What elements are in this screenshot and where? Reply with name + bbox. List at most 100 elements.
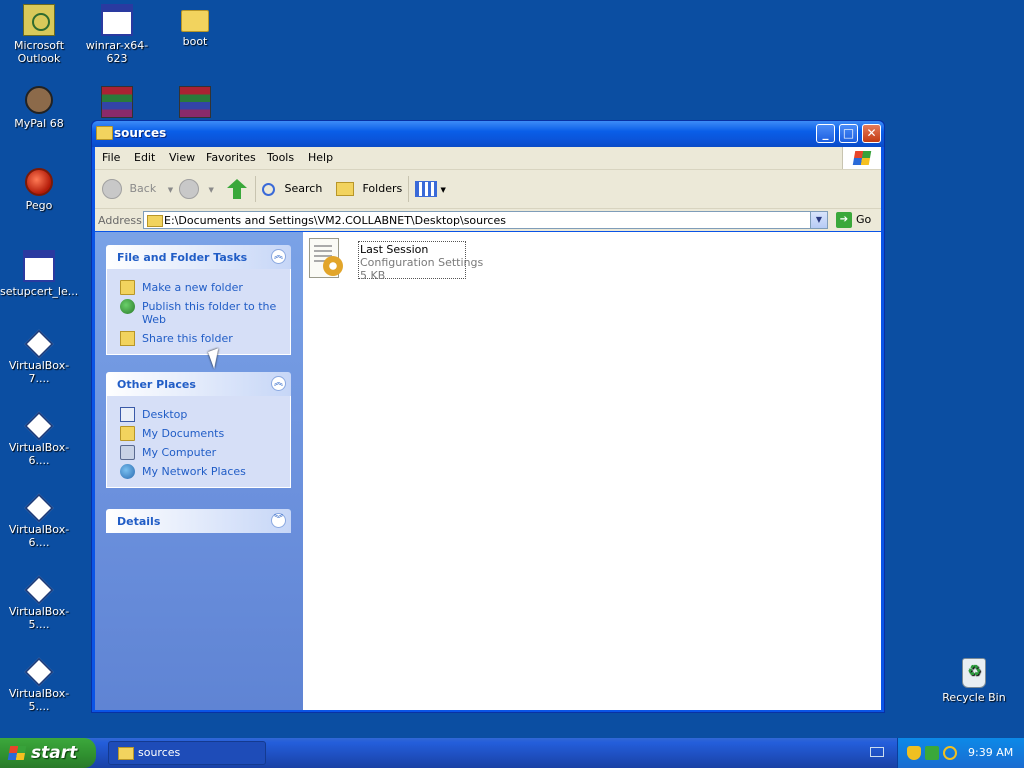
go-button[interactable]: ➔ Go <box>836 211 871 229</box>
desktop-icon-winrar-installer[interactable]: winrar-x64-623 <box>78 4 156 65</box>
up-folder-button[interactable] <box>227 178 247 200</box>
system-tray: 9:39 AM <box>897 738 1024 768</box>
desktop-icon-winrar-archive[interactable] <box>156 86 234 121</box>
back-button[interactable]: Back ▼ <box>102 178 173 200</box>
desktop-icon-label: VirtualBox-7.... <box>8 359 70 385</box>
network-places-icon <box>120 464 135 479</box>
windows-logo-icon <box>7 746 27 760</box>
search-icon[interactable] <box>943 746 957 760</box>
desktop-icon-label: MyPal 68 <box>14 117 64 130</box>
other-places-panel: Other Places ︽ Desktop My Documents My C… <box>106 372 291 488</box>
network-icon[interactable] <box>925 746 939 760</box>
desktop-icon-label: winrar-x64-623 <box>85 39 149 65</box>
my-documents-icon <box>120 426 135 441</box>
minimize-button[interactable]: _ <box>816 124 835 143</box>
desktop-icon-label: boot <box>182 35 208 48</box>
application-window-icon <box>23 250 55 282</box>
desktop-icon-label: VirtualBox-5.... <box>8 687 70 713</box>
place-my-network-places[interactable]: My Network Places <box>107 462 290 481</box>
folder-icon <box>96 126 113 140</box>
place-my-computer[interactable]: My Computer <box>107 443 290 462</box>
desktop-icon-virtualbox-6b[interactable]: VirtualBox-6.... <box>0 493 78 549</box>
file-name: Last Session <box>360 243 429 256</box>
virtualbox-icon <box>24 575 54 605</box>
desktop-icon-virtualbox-5b[interactable]: VirtualBox-5.... <box>0 657 78 713</box>
clock[interactable]: 9:39 AM <box>968 746 1013 759</box>
task-label: Publish this folder to the Web <box>142 300 277 326</box>
panel-header[interactable]: File and Folder Tasks ︽ <box>106 245 291 269</box>
winrar-archive-icon <box>179 86 211 118</box>
toolbar-separator <box>408 176 409 202</box>
task-share-folder[interactable]: Share this folder <box>107 329 290 348</box>
folder-icon <box>181 10 209 32</box>
place-label: My Network Places <box>142 465 246 478</box>
chevron-down-icon: ▼ <box>167 186 174 194</box>
menu-favorites[interactable]: Favorites <box>206 151 256 164</box>
taskbar: start sources 9:39 AM <box>0 738 1024 768</box>
views-button[interactable]: ▼ <box>415 178 446 200</box>
maximize-button[interactable]: □ <box>839 124 858 143</box>
up-arrow-icon <box>227 179 247 199</box>
new-folder-icon <box>120 280 135 295</box>
desktop-icon-recycle-bin[interactable]: Recycle Bin <box>935 658 1013 704</box>
task-publish-folder[interactable]: Publish this folder to the Web <box>107 297 290 329</box>
collapse-icon[interactable]: ︽ <box>271 249 286 264</box>
task-pane: File and Folder Tasks ︽ Make a new folde… <box>95 232 303 710</box>
desktop-icon-virtualbox-7[interactable]: VirtualBox-7.... <box>0 329 78 385</box>
file-list[interactable]: Last Session Configuration Settings 5 KB <box>303 232 881 710</box>
start-label: start <box>31 743 78 763</box>
close-button[interactable]: ✕ <box>862 124 881 143</box>
forward-arrow-icon <box>179 179 199 199</box>
address-bar: Address E:\Documents and Settings\VM2.CO… <box>95 209 881 231</box>
panel-header[interactable]: Details ︾ <box>106 509 291 533</box>
panel-title: File and Folder Tasks <box>117 251 248 264</box>
desktop-icon-label: setupcert_le... <box>0 285 79 298</box>
title-bar[interactable]: sources _ □ ✕ <box>92 121 884 147</box>
menu-view[interactable]: View <box>169 151 195 164</box>
desktop-icon-mypal[interactable]: MyPal 68 <box>0 86 78 130</box>
desktop-icon-winrar-archive[interactable] <box>78 86 156 121</box>
recycle-bin-icon <box>962 658 986 688</box>
menu-bar: File Edit View Favorites Tools Help <box>95 147 881 170</box>
place-label: My Documents <box>142 427 225 440</box>
search-button[interactable]: Search <box>262 178 322 200</box>
explorer-window: sources _ □ ✕ File Edit View Favorites T… <box>91 120 885 713</box>
security-shield-icon[interactable] <box>907 746 921 760</box>
desktop-icon-setupcert[interactable]: setupcert_le... <box>0 250 78 298</box>
desktop-icon-boot-folder[interactable]: boot <box>156 4 234 48</box>
toolbar: Back ▼ ▼ Search Folders ▼ <box>95 170 881 209</box>
desktop-icon-label: VirtualBox-6.... <box>8 523 70 549</box>
place-desktop[interactable]: Desktop <box>107 405 290 424</box>
desktop-icon-virtualbox-6a[interactable]: VirtualBox-6.... <box>0 411 78 467</box>
task-make-new-folder[interactable]: Make a new folder <box>107 278 290 297</box>
desktop-icon-outlook[interactable]: Microsoft Outlook <box>0 4 78 65</box>
expand-icon[interactable]: ︾ <box>271 513 286 528</box>
desktop-icon-label: Microsoft <box>13 39 65 52</box>
start-button[interactable]: start <box>0 738 96 768</box>
outlook-icon <box>23 4 55 36</box>
folders-button[interactable]: Folders <box>336 178 402 200</box>
mypal-browser-icon <box>25 86 53 114</box>
address-input[interactable]: E:\Documents and Settings\VM2.COLLABNET\… <box>143 211 828 229</box>
menu-file[interactable]: File <box>102 151 120 164</box>
taskbar-item-sources[interactable]: sources <box>108 741 266 765</box>
desktop-icon-virtualbox-5a[interactable]: VirtualBox-5.... <box>0 575 78 631</box>
collapse-icon[interactable]: ︽ <box>271 376 286 391</box>
gear-icon <box>323 256 343 276</box>
menu-edit[interactable]: Edit <box>134 151 155 164</box>
chevron-down-icon[interactable]: ▼ <box>810 212 827 228</box>
place-my-documents[interactable]: My Documents <box>107 424 290 443</box>
forward-button[interactable]: ▼ <box>179 178 214 200</box>
chevron-down-icon: ▼ <box>440 186 446 194</box>
keyboard-icon[interactable] <box>870 747 884 757</box>
pego-icon <box>25 168 53 196</box>
details-panel: Details ︾ <box>106 509 291 533</box>
panel-header[interactable]: Other Places ︽ <box>106 372 291 396</box>
views-icon <box>415 181 437 197</box>
winrar-archive-icon <box>101 86 133 118</box>
menu-help[interactable]: Help <box>308 151 333 164</box>
window-title: sources <box>114 126 167 140</box>
menu-tools[interactable]: Tools <box>267 151 294 164</box>
panel-body: Desktop My Documents My Computer My Netw… <box>106 396 291 488</box>
desktop-icon-pego[interactable]: Pego <box>0 168 78 212</box>
